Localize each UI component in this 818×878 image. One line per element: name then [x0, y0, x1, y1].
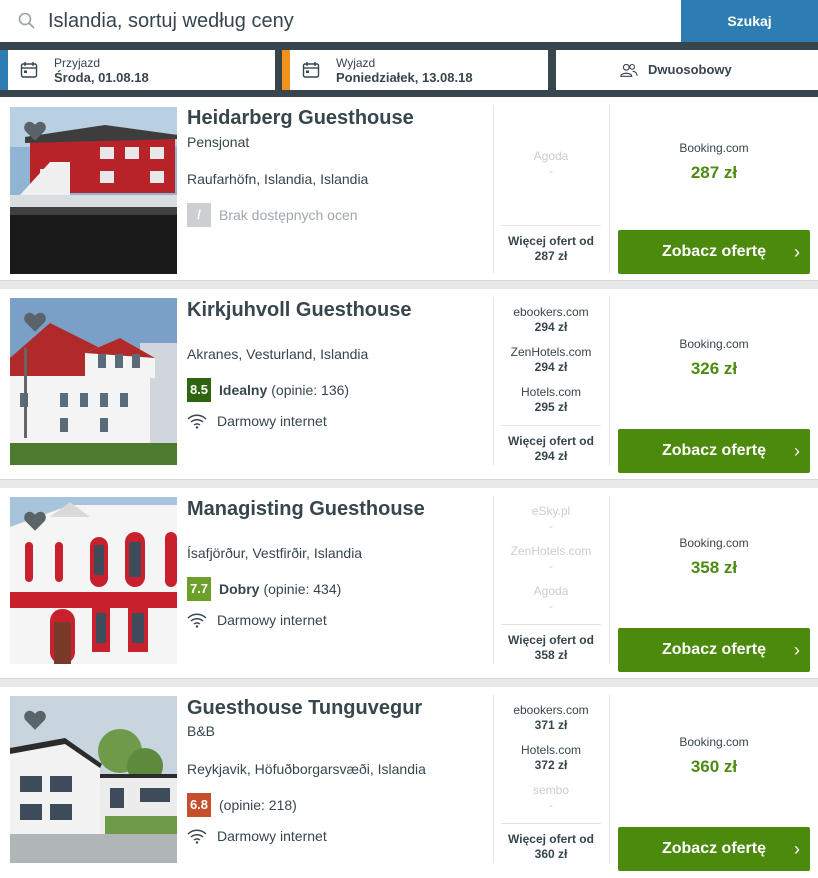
- search-button[interactable]: Szukaj: [681, 0, 818, 42]
- best-deal: Booking.com 287 zł: [618, 141, 810, 183]
- deal-item[interactable]: sembo -: [501, 783, 601, 823]
- more-deals[interactable]: Więcej ofert od 358 zł: [501, 624, 601, 662]
- amenity-label: Darmowy internet: [217, 828, 327, 844]
- wifi-icon: [187, 613, 207, 628]
- best-price: 360 zł: [690, 757, 738, 776]
- rating-label: Brak dostępnych ocen: [219, 207, 358, 223]
- hotel-name[interactable]: Guesthouse Tunguvegur: [187, 697, 422, 720]
- rating-score: 7.7: [187, 577, 211, 601]
- rating-label: Idealny: [219, 382, 268, 398]
- search-input[interactable]: Islandia, sortuj według ceny: [48, 0, 294, 42]
- rating-score: 8.5: [187, 378, 211, 402]
- guests-value: Dwuosobowy: [648, 62, 732, 77]
- chevron-right-icon: ›: [794, 242, 800, 262]
- guests-selector[interactable]: Dwuosobowy: [556, 50, 818, 90]
- wifi-icon: [187, 829, 207, 844]
- deals-list: Agoda -: [501, 149, 601, 189]
- amenity-wifi: Darmowy internet: [187, 828, 327, 844]
- deals-list: ebookers.com 371 zł Hotels.com 372 zł semb…: [501, 703, 601, 823]
- rating-reviews: (opinie: 218): [219, 797, 297, 813]
- hotel-location: Reykjavik, Höfuðborgarsvæði, Islandia: [187, 761, 426, 777]
- deals-list: ebookers.com 294 zł ZenHotels.com 294 zł H…: [501, 305, 601, 425]
- heart-favorite-icon[interactable]: [24, 121, 46, 141]
- chevron-right-icon: ›: [794, 640, 800, 660]
- view-deal-button[interactable]: Zobacz ofertę ›: [618, 827, 810, 871]
- hotel-card: Kirkjuhvoll Guesthouse Akranes, Vesturla…: [0, 289, 818, 480]
- amenity-label: Darmowy internet: [217, 612, 327, 628]
- deal-item[interactable]: eSky.pl -: [501, 504, 601, 544]
- heart-favorite-icon[interactable]: [24, 511, 46, 531]
- checkin-date-picker[interactable]: Przyjazd Środa, 01.08.18: [0, 50, 275, 90]
- search-bar[interactable]: Islandia, sortuj według ceny: [0, 0, 681, 42]
- hotel-type: Pensjonat: [187, 134, 250, 150]
- hotel-photo[interactable]: [10, 497, 177, 664]
- rating-score: 6.8: [187, 793, 211, 817]
- checkin-value: Środa, 01.08.18: [54, 70, 149, 85]
- wifi-icon: [187, 414, 207, 429]
- best-provider: Booking.com: [679, 536, 749, 550]
- rating-score: /: [187, 203, 211, 227]
- hotel-card: Managisting Guesthouse Ísafjörður, Vestf…: [0, 488, 818, 679]
- hotel-rating: 7.7 Dobry (opinie: 434): [187, 577, 341, 601]
- amenity-label: Darmowy internet: [217, 413, 327, 429]
- checkin-label: Przyjazd: [54, 56, 101, 70]
- hotel-rating: / Brak dostępnych ocen: [187, 203, 358, 227]
- amenity-wifi: Darmowy internet: [187, 612, 327, 628]
- deal-item[interactable]: ebookers.com 371 zł: [501, 703, 601, 743]
- best-deal: Booking.com 326 zł: [618, 337, 810, 379]
- hotel-card: Guesthouse Tunguvegur B&B Reykjavik, Höf…: [0, 687, 818, 878]
- heart-favorite-icon[interactable]: [24, 312, 46, 332]
- hotel-name[interactable]: Kirkjuhvoll Guesthouse: [187, 299, 411, 322]
- heart-favorite-icon[interactable]: [24, 710, 46, 730]
- hotel-location: Ísafjörður, Vestfirðir, Islandia: [187, 545, 363, 561]
- rating-label: Dobry: [219, 581, 260, 597]
- hotel-rating: 8.5 Idealny (opinie: 136): [187, 378, 349, 402]
- hotel-rating: 6.8 (opinie: 218): [187, 793, 297, 817]
- deal-item[interactable]: Agoda -: [501, 584, 601, 624]
- best-price: 287 zł: [690, 163, 738, 182]
- deal-item[interactable]: Hotels.com 295 zł: [501, 385, 601, 425]
- best-provider: Booking.com: [679, 141, 749, 155]
- rating-reviews: (opinie: 136): [271, 382, 350, 398]
- view-deal-button[interactable]: Zobacz ofertę ›: [618, 230, 810, 274]
- more-deals[interactable]: Więcej ofert od 287 zł: [501, 225, 601, 263]
- checkout-label: Wyjazd: [336, 56, 376, 70]
- view-deal-button[interactable]: Zobacz ofertę ›: [618, 628, 810, 672]
- best-deal: Booking.com 358 zł: [618, 536, 810, 578]
- people-icon: [620, 63, 638, 77]
- deal-item[interactable]: ebookers.com 294 zł: [501, 305, 601, 345]
- chevron-right-icon: ›: [794, 839, 800, 859]
- amenity-wifi: Darmowy internet: [187, 413, 327, 429]
- deal-item[interactable]: ZenHotels.com 294 zł: [501, 345, 601, 385]
- hotel-photo[interactable]: [10, 298, 177, 465]
- view-deal-button[interactable]: Zobacz ofertę ›: [618, 429, 810, 473]
- rating-reviews: (opinie: 434): [263, 581, 342, 597]
- best-provider: Booking.com: [679, 337, 749, 351]
- more-deals[interactable]: Więcej ofert od 360 zł: [501, 823, 601, 861]
- deal-item[interactable]: Hotels.com 372 zł: [501, 743, 601, 783]
- checkout-date-picker[interactable]: Wyjazd Poniedziałek, 13.08.18: [282, 50, 548, 90]
- checkout-value: Poniedziałek, 13.08.18: [336, 70, 473, 85]
- calendar-icon: [20, 62, 38, 78]
- hotel-location: Raufarhöfn, Islandia, Islandia: [187, 171, 369, 187]
- best-price: 358 zł: [690, 558, 738, 577]
- best-deal: Booking.com 360 zł: [618, 735, 810, 777]
- best-price: 326 zł: [690, 359, 738, 378]
- hotel-type: B&B: [187, 723, 216, 739]
- deals-list: eSky.pl - ZenHotels.com - Agoda -: [501, 504, 601, 624]
- deal-item[interactable]: ZenHotels.com -: [501, 544, 601, 584]
- hotel-photo[interactable]: [10, 696, 177, 863]
- hotel-card: Heidarberg Guesthouse Pensjonat Raufarhö…: [0, 97, 818, 281]
- hotel-photo[interactable]: [10, 107, 177, 274]
- hotel-location: Akranes, Vesturland, Islandia: [187, 346, 369, 362]
- more-deals[interactable]: Więcej ofert od 294 zł: [501, 425, 601, 463]
- hotel-name[interactable]: Heidarberg Guesthouse: [187, 107, 414, 130]
- hotel-name[interactable]: Managisting Guesthouse: [187, 498, 425, 521]
- calendar-icon: [302, 62, 320, 78]
- search-header: Islandia, sortuj według ceny Szukaj Przy…: [0, 0, 818, 97]
- search-icon: [18, 12, 35, 29]
- chevron-right-icon: ›: [794, 441, 800, 461]
- deal-item[interactable]: Agoda -: [501, 149, 601, 189]
- best-provider: Booking.com: [679, 735, 749, 749]
